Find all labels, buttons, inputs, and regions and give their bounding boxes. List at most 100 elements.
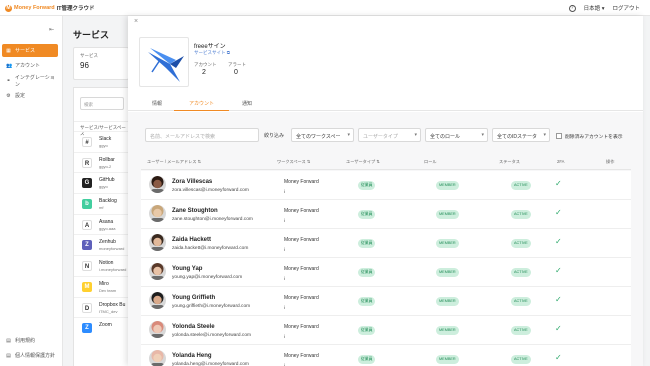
service-list-item[interactable]: D Dropbox Bu ITMC_dev: [74, 296, 128, 318]
sidebar-item-terms[interactable]: ▤ 利用規約: [2, 334, 58, 347]
table-row[interactable]: Young Yap young.yap@i.moneyforward.com Mon…: [141, 258, 631, 287]
service-workspace: mf: [99, 205, 104, 211]
chevron-down-icon: ▾: [543, 132, 546, 138]
service-list-item[interactable]: M Miro Dev team: [74, 275, 128, 297]
column-header-user[interactable]: ユーザー / メールアドレス ⇅: [147, 159, 201, 165]
service-detail-panel: × freeeサイン サービスサイト ⧉ アカウント 2 アラート 0 情報 ア…: [128, 16, 643, 366]
sidebar-item-label: 利用規約: [15, 338, 36, 344]
user-type-badge: 従業員: [358, 210, 376, 219]
user-name[interactable]: Zane Stoughton: [172, 208, 218, 214]
user-name[interactable]: Yolanda Heng: [172, 353, 212, 359]
collapse-sidebar-icon[interactable]: ⇤: [49, 26, 54, 33]
service-list-item[interactable]: A Asana ggyo.aaa: [74, 213, 128, 235]
table-row[interactable]: Zaida Hackett zaida.hackett@i.moneyforwar…: [141, 229, 631, 258]
service-name: Zenhub: [99, 239, 116, 246]
user-email: zaida.hackett@i.moneyforward.com: [172, 246, 249, 251]
column-header-actions: 操作: [606, 159, 615, 164]
service-list-item[interactable]: Z Zenhub moneyforward: [74, 234, 128, 255]
role-badge: MEMBER: [436, 355, 459, 364]
workspace-name: Money Forward: [284, 208, 319, 214]
role-badge: MEMBER: [436, 239, 459, 248]
table-row[interactable]: Young Griffieth young.griffieth@i.moneyfo…: [141, 287, 631, 316]
user-type-badge: 従業員: [358, 326, 376, 335]
service-name: Asana: [99, 218, 114, 225]
role-filter-select[interactable]: 全てのロール ▾: [425, 128, 488, 142]
avatar: [149, 292, 166, 309]
money-forward-logo-icon: M: [5, 4, 12, 12]
account-search-input[interactable]: 名前、メールアドレスで検索: [145, 128, 259, 142]
service-list-item[interactable]: G GitHub ggyo: [74, 172, 128, 193]
service-search-input[interactable]: 検索: [80, 97, 124, 110]
user-name[interactable]: Zaida Hackett: [172, 237, 211, 243]
service-list-item[interactable]: b Backlog mf: [74, 193, 128, 214]
column-header-workspace[interactable]: ワークスペース ⇅: [277, 159, 310, 165]
service-name: Miro: [99, 280, 109, 287]
workspace-name: Money Forward: [284, 353, 319, 359]
show-deleted-checkbox[interactable]: [556, 133, 562, 139]
tab-notifications[interactable]: 通知: [238, 99, 256, 111]
role-badge: MEMBER: [436, 297, 459, 306]
app-name: freeeサイン: [194, 44, 226, 50]
tab-accounts[interactable]: アカウント: [174, 99, 229, 111]
workspace-name-line2: i: [284, 276, 285, 281]
user-name[interactable]: Yolonda Steele: [172, 324, 215, 330]
workspace-name: Money Forward: [284, 295, 319, 301]
checkmark-icon: ✓: [555, 295, 562, 304]
logout-link[interactable]: ログアウト: [612, 4, 640, 12]
service-site-link[interactable]: サービスサイト ⧉: [194, 50, 230, 56]
product-name: IT管理クラウド: [56, 6, 95, 12]
service-name: GitHub: [99, 177, 115, 184]
checkmark-icon: ✓: [555, 208, 562, 217]
status-badge: ACTIVE: [511, 210, 531, 219]
freee-sign-logo-icon: [148, 48, 184, 82]
sidebar-item-integrations[interactable]: ⚭ インテグレーション: [2, 74, 58, 88]
sidebar-item-label: 個人情報保護方針: [15, 353, 56, 359]
service-name: Notion: [99, 260, 114, 267]
brand-logo[interactable]: M Money Forward IT管理クラウド: [5, 4, 95, 12]
service-list-item[interactable]: N Notion i.moneyforward: [74, 255, 128, 276]
sidebar-item-label: 設定: [15, 93, 26, 99]
sidebar-item-privacy[interactable]: ▤ 個人情報保護方針: [2, 349, 58, 362]
service-logo-icon: G: [82, 178, 92, 189]
avatar: [149, 263, 166, 280]
sidebar-item-services[interactable]: ▦ サービス: [2, 44, 58, 57]
user-name[interactable]: Young Griffieth: [172, 295, 215, 301]
avatar: [149, 321, 166, 338]
status-badge: ACTIVE: [511, 181, 531, 190]
accounts-stat-value: 2: [202, 69, 206, 76]
service-list-item[interactable]: Z Zoom: [74, 317, 128, 338]
document-icon: ▤: [6, 337, 11, 344]
service-list: 検索 サービス/サービスペース # Slack ggyo R Rollbar ggyo-2…: [73, 87, 129, 366]
user-email: young.yap@i.moneyforward.com: [172, 275, 243, 280]
service-logo-icon: R: [82, 157, 92, 168]
service-list-item[interactable]: # Slack ggyo: [74, 131, 128, 152]
table-row[interactable]: Zane Stoughton zane.stoughton@i.moneyforw…: [141, 200, 631, 229]
table-row[interactable]: Zora Villescas zora.villescas@i.moneyforw…: [141, 171, 631, 200]
sidebar-item-settings[interactable]: ⚙ 設定: [2, 89, 58, 102]
workspace-name-line2: i: [284, 334, 285, 339]
service-name: Slack: [99, 136, 112, 142]
workspace-name: Money Forward: [284, 324, 319, 330]
language-selector[interactable]: 日本語 ▾: [584, 4, 605, 12]
status-filter-select[interactable]: 全てのIDステータ ▾: [492, 128, 550, 142]
service-workspace: ggyo: [99, 184, 108, 190]
service-name: Backlog: [99, 198, 117, 205]
close-icon[interactable]: ×: [134, 18, 138, 25]
service-count-card: サービス 96: [73, 47, 129, 80]
table-row[interactable]: Yolonda Steele yolonda.steele@i.moneyforw…: [141, 316, 631, 345]
tab-info[interactable]: 情報: [148, 99, 166, 111]
column-header-user-type[interactable]: ユーザータイプ ⇅: [346, 159, 380, 165]
workspace-filter-select[interactable]: 全てのワークスペー ▾: [291, 128, 354, 142]
grid-icon: ▦: [6, 47, 11, 54]
table-row[interactable]: Yolanda Heng yolanda.heng@i.moneyforward.…: [141, 345, 631, 366]
user-name[interactable]: Young Yap: [172, 266, 202, 272]
user-name[interactable]: Zora Villescas: [172, 179, 212, 185]
sidebar: ⇤ ▦ サービス 👥 アカウント ⚭ インテグレーション ⚙ 設定 ▤ 利用規約…: [0, 16, 63, 366]
sidebar-item-accounts[interactable]: 👥 アカウント: [2, 59, 58, 72]
top-bar: M Money Forward IT管理クラウド ? 日本語 ▾ ログアウト: [0, 0, 650, 16]
user-type-filter-select[interactable]: ユーザータイプ ▾: [358, 128, 421, 142]
service-list-item[interactable]: R Rollbar ggyo-2: [74, 151, 128, 173]
detail-tabs: 情報 アカウント 通知: [128, 99, 643, 111]
help-icon[interactable]: ?: [568, 4, 576, 12]
user-type-badge: 従業員: [358, 268, 376, 277]
